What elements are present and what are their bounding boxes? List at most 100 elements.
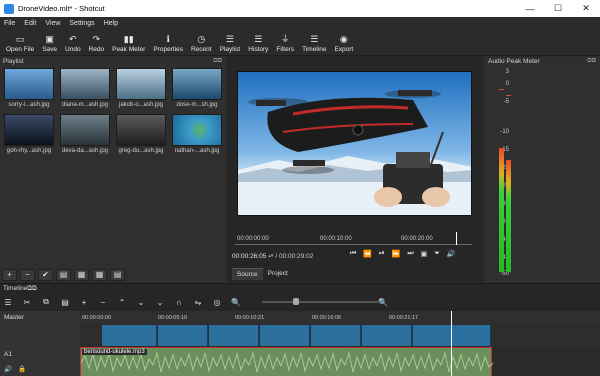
history-button[interactable]: ☰ History: [244, 29, 272, 55]
skip-next-icon[interactable]: ⏭: [407, 250, 413, 258]
zoom-icon[interactable]: ▣: [421, 250, 428, 258]
zoom-slider-handle[interactable]: [293, 298, 299, 305]
playlist-item[interactable]: nathan-...ash.jpg: [170, 114, 224, 158]
ripple-icon[interactable]: ◎: [212, 298, 222, 307]
append-icon[interactable]: +: [79, 298, 89, 307]
player-scrubber[interactable]: 00:00:00:00 00:00:10:00 00:00:20:00: [235, 232, 472, 245]
lock-icon[interactable]: 🔒: [18, 365, 26, 373]
dock-float-icon[interactable]: ⧉⧉: [587, 57, 596, 66]
menu-edit[interactable]: Edit: [24, 20, 36, 27]
thumbnail-image: [116, 114, 166, 146]
rewind-icon[interactable]: ⏪: [363, 250, 372, 258]
playlist-item[interactable]: dose-m...sh.jpg: [170, 68, 224, 112]
audio-clip[interactable]: bensound-ukulele.mp3: [80, 347, 494, 376]
playlist-button[interactable]: ☰ Playlist: [216, 29, 245, 55]
recent-button[interactable]: ◷ Recent: [187, 29, 216, 55]
video-clip[interactable]: [158, 325, 208, 346]
details-view-icon[interactable]: ▤: [56, 268, 71, 281]
icons-view-icon[interactable]: ▦: [92, 268, 107, 281]
zoom-slider-track[interactable]: [262, 301, 378, 303]
timecode-spinner-icon[interactable]: ▴▾: [268, 253, 273, 259]
audio-meter-title-text: Audio Peak Meter: [488, 58, 540, 65]
current-timecode-field[interactable]: 00:00:26:05: [232, 253, 266, 260]
timeline-panel: Timeline⧉⧉ ☰ ✂ ⧉ ▤ + − ⌃ ⌄ ⌄ ∩ ⇋ ◎ 🔍 🔍 M…: [0, 283, 600, 376]
folder-open-icon: ▭: [15, 34, 25, 44]
timeline-toolbar: ☰ ✂ ⧉ ▤ + − ⌃ ⌄ ⌄ ∩ ⇋ ◎ 🔍 🔍: [0, 295, 600, 309]
peak-meter-label: Peak Meter: [112, 46, 146, 53]
playlist-item[interactable]: goh-rhy...ash.jpg: [2, 114, 56, 158]
playlist-item[interactable]: deva-da...ash.jpg: [58, 114, 112, 158]
save-button[interactable]: ▣ Save: [38, 29, 61, 55]
cut-icon[interactable]: ✂: [22, 298, 32, 307]
skip-previous-icon[interactable]: ⏮: [350, 250, 356, 258]
dock-float-icon[interactable]: ⧉⧉: [213, 57, 222, 66]
ruler-timecode: 00:00:21:17: [389, 315, 419, 321]
snap-magnet-icon[interactable]: ∩: [174, 298, 184, 307]
playlist-item[interactable]: jakob-o...ash.jpg: [114, 68, 168, 112]
menu-settings[interactable]: Settings: [69, 20, 94, 27]
properties-label: Properties: [153, 46, 183, 53]
video-clip[interactable]: [260, 325, 310, 346]
tracks-area[interactable]: 00:00:00:00 00:00:05:10 00:00:10:21 00:0…: [80, 311, 600, 376]
tab-source[interactable]: Source: [232, 268, 263, 280]
video-clip[interactable]: [413, 325, 491, 346]
lift-icon[interactable]: ⌃: [117, 298, 127, 307]
dock-float-icon[interactable]: ⧉⧉: [27, 285, 36, 292]
ruler-timecode: 00:00:16:06: [312, 315, 342, 321]
zoom-out-icon[interactable]: 🔍: [231, 298, 241, 307]
scrub-icon[interactable]: ⇋: [193, 298, 203, 307]
timeline-playhead[interactable]: [451, 311, 452, 376]
transport-controls: ⏮ ⏪ ⏯ ⏩ ⏭ ▣ ⏷ 🔊: [350, 250, 463, 258]
menu-help[interactable]: Help: [104, 20, 118, 27]
ripple-delete-icon[interactable]: −: [98, 298, 108, 307]
playlist-item[interactable]: sorry-i...ash.jpg: [2, 68, 56, 112]
menu-view[interactable]: View: [45, 20, 60, 27]
add-icon[interactable]: +: [2, 268, 17, 281]
playhead-marker[interactable]: [456, 232, 457, 245]
tiles-view-icon[interactable]: ▦: [74, 268, 89, 281]
shotcut-app-icon: [4, 3, 14, 14]
recent-icon: ◷: [197, 34, 206, 44]
filters-button[interactable]: ⏚ Filters: [272, 29, 298, 55]
undo-label: Undo: [65, 46, 81, 53]
window-title: DroneVideo.mlt* - Shotcut: [18, 4, 105, 13]
mute-icon[interactable]: 🔊: [4, 365, 12, 373]
minimize-button[interactable]: —: [516, 0, 544, 17]
overwrite-icon[interactable]: ⌄: [136, 298, 146, 307]
playlist-item[interactable]: greg-du...ash.jpg: [114, 114, 168, 158]
maximize-button[interactable]: ☐: [544, 0, 572, 17]
timeline-ruler[interactable]: 00:00:00:00 00:00:05:10 00:00:10:21 00:0…: [80, 311, 600, 324]
peak-meter-button[interactable]: ▮▮ Peak Meter: [108, 29, 149, 55]
timeline-menu-icon[interactable]: ☰: [3, 298, 13, 307]
playlist-menu-icon[interactable]: ▤: [110, 268, 125, 281]
video-preview[interactable]: [237, 71, 472, 216]
ruler-timecode: 00:00:10:21: [235, 315, 265, 321]
menu-file[interactable]: File: [4, 20, 15, 27]
video-clip[interactable]: [102, 325, 157, 346]
playlist-item[interactable]: diana-m...ash.jpg: [58, 68, 112, 112]
fast-forward-icon[interactable]: ⏩: [392, 250, 401, 258]
duration-label: / 00:00:29:02: [275, 252, 314, 260]
properties-button[interactable]: ℹ Properties: [149, 29, 187, 55]
update-icon[interactable]: ✔: [38, 268, 53, 281]
paste-icon[interactable]: ▤: [60, 298, 70, 307]
volume-icon[interactable]: 🔊: [447, 250, 456, 258]
zoom-in-icon[interactable]: 🔍: [378, 298, 388, 307]
export-button[interactable]: ◉ Export: [330, 29, 357, 55]
split-icon[interactable]: ⌄: [155, 298, 165, 307]
timeline-icon: ☰: [310, 34, 319, 44]
tab-project[interactable]: Project: [263, 268, 293, 280]
copy-icon[interactable]: ⧉: [41, 297, 51, 307]
video-clip[interactable]: [209, 325, 259, 346]
timeline-button[interactable]: ☰ Timeline: [298, 29, 330, 55]
remove-icon[interactable]: −: [20, 268, 35, 281]
undo-button[interactable]: ↶ Undo: [61, 29, 85, 55]
dropdown-icon[interactable]: ⏷: [434, 250, 440, 258]
video-clip[interactable]: [311, 325, 361, 346]
open-file-button[interactable]: ▭ Open File: [2, 29, 38, 55]
close-button[interactable]: ✕: [572, 0, 600, 17]
redo-button[interactable]: ↷ Redo: [85, 29, 109, 55]
playlist-panel: Playlist ⧉⧉ sorry-i...ash.jpg diana-m...a…: [0, 57, 226, 282]
video-clip[interactable]: [362, 325, 412, 346]
play-pause-icon[interactable]: ⏯: [379, 250, 385, 258]
